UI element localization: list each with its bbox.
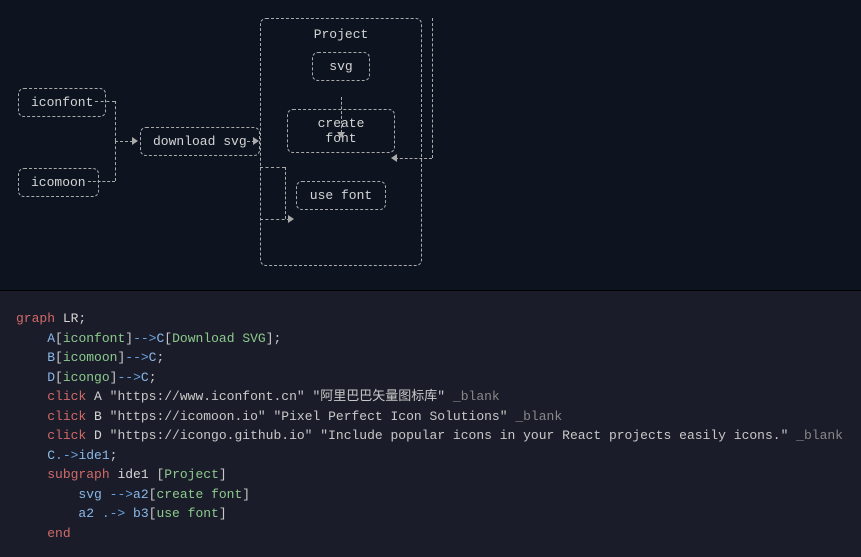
code-panel: graph LR; A[iconfont]-->C[Download SVG];… bbox=[0, 290, 861, 557]
label: icomoon bbox=[63, 350, 118, 365]
node-ref: ide1 bbox=[78, 448, 109, 463]
label: create font bbox=[156, 487, 242, 502]
title: "Include popular icons in your React pro… bbox=[320, 428, 788, 443]
edge-iconfont-download-h bbox=[115, 141, 133, 142]
edge-icomoon-download-v bbox=[115, 141, 116, 181]
edge-iconfont-download bbox=[95, 101, 115, 102]
subgraph-title: Project bbox=[269, 27, 413, 42]
node-ref: a2 bbox=[78, 506, 101, 521]
arrow: --> bbox=[117, 370, 140, 385]
edge-svg-createfont bbox=[341, 97, 342, 133]
url: "https://icomoon.io" bbox=[110, 409, 266, 424]
node-svg: svg bbox=[312, 52, 370, 81]
node-ref: b3 bbox=[125, 506, 148, 521]
kw-subgraph: subgraph bbox=[47, 467, 109, 482]
edge-right-h bbox=[395, 158, 432, 159]
text: LR bbox=[55, 311, 78, 326]
node-ref: A bbox=[86, 389, 109, 404]
title: "Pixel Perfect Icon Solutions" bbox=[273, 409, 507, 424]
kw-click: click bbox=[47, 428, 86, 443]
node-ref: ide1 bbox=[110, 467, 157, 482]
node-ref: A bbox=[47, 331, 55, 346]
arrow: --> bbox=[125, 350, 148, 365]
node-use-font: use font bbox=[296, 181, 386, 210]
node-download-svg: download svg bbox=[140, 127, 260, 156]
node-iconfont[interactable]: iconfont bbox=[18, 88, 106, 117]
label: Project bbox=[164, 467, 219, 482]
edge-iconfont-download-v bbox=[115, 101, 116, 141]
subgraph-project: Project svg create font use font bbox=[260, 18, 422, 266]
arrow-head-icon bbox=[253, 137, 259, 145]
arrow: --> bbox=[133, 331, 156, 346]
target: _blank bbox=[508, 409, 563, 424]
node-ref: B bbox=[47, 350, 55, 365]
node-ref: D bbox=[86, 428, 109, 443]
edge-icomoon-download bbox=[88, 181, 115, 182]
title: "阿里巴巴矢量图标库" bbox=[313, 389, 446, 404]
kw-click: click bbox=[47, 389, 86, 404]
url: "https://www.iconfont.cn" bbox=[110, 389, 305, 404]
kw-end: end bbox=[47, 526, 70, 541]
node-ref: B bbox=[86, 409, 109, 424]
node-ref: svg bbox=[78, 487, 109, 502]
node-ref: C bbox=[47, 448, 55, 463]
arrow-head-left-icon bbox=[391, 154, 397, 162]
arrow: --> bbox=[110, 487, 133, 502]
node-ref: D bbox=[47, 370, 55, 385]
node-icomoon[interactable]: icomoon bbox=[18, 168, 99, 197]
label: iconfont bbox=[63, 331, 125, 346]
edge-right-v bbox=[432, 18, 433, 158]
arrow-head-icon bbox=[288, 215, 294, 223]
arrow-head-icon bbox=[132, 137, 138, 145]
edge-createfont-usefont bbox=[285, 167, 286, 219]
edge-cf-uf-h1 bbox=[260, 167, 285, 168]
label: use font bbox=[156, 506, 218, 521]
kw-graph: graph bbox=[16, 311, 55, 326]
node-ref: a2 bbox=[133, 487, 149, 502]
kw-click: click bbox=[47, 409, 86, 424]
arrow-head-down-icon bbox=[337, 132, 345, 138]
arrow: .-> bbox=[55, 448, 78, 463]
label: Download SVG bbox=[172, 331, 266, 346]
url: "https://icongo.github.io" bbox=[110, 428, 313, 443]
arrow: .-> bbox=[102, 506, 125, 521]
diagram-panel: iconfont icomoon download svg Project sv… bbox=[0, 0, 861, 290]
edge-cf-uf-h2 bbox=[260, 219, 290, 220]
target: _blank bbox=[788, 428, 843, 443]
node-ref: C bbox=[141, 370, 149, 385]
target: _blank bbox=[445, 389, 500, 404]
label: icongo bbox=[63, 370, 110, 385]
